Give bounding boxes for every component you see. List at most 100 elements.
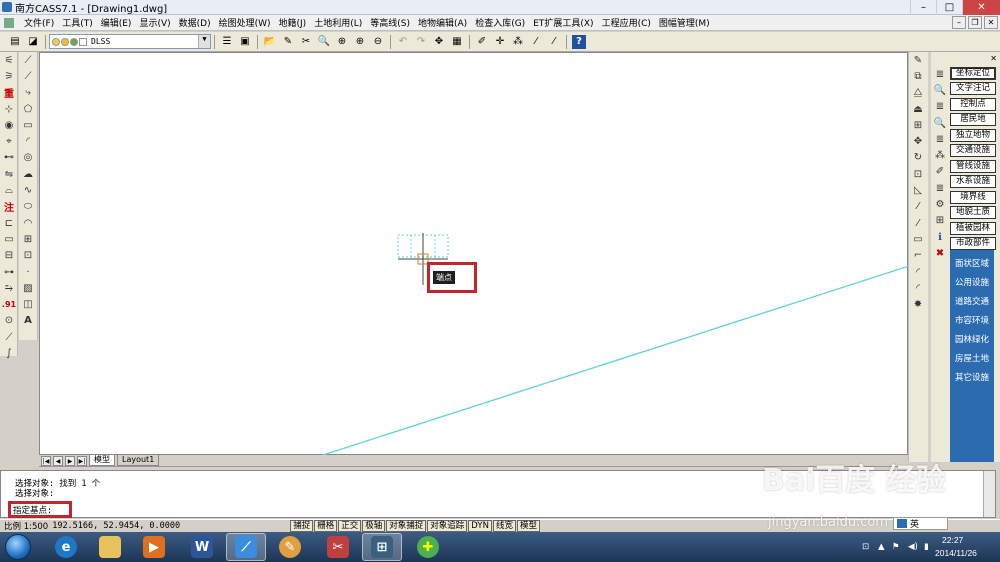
minimize-button[interactable]: – bbox=[910, 0, 936, 15]
polyline-icon[interactable]: ⤷ bbox=[19, 85, 37, 101]
ime-indicator[interactable]: 英 bbox=[893, 517, 948, 530]
category-area[interactable]: 面状区域 bbox=[950, 257, 994, 269]
line-icon[interactable]: ⟋ bbox=[19, 52, 37, 68]
menu-data[interactable]: 数据(D) bbox=[175, 16, 215, 29]
tray-arrow-icon[interactable]: ▲ bbox=[878, 542, 885, 552]
menu-land-use[interactable]: 土地利用(L) bbox=[310, 16, 366, 29]
tab-model[interactable]: 模型 bbox=[89, 455, 115, 466]
close-button[interactable]: ✕ bbox=[962, 0, 1000, 15]
taskbar-word[interactable]: W bbox=[182, 533, 222, 561]
menu-edit[interactable]: 编辑(E) bbox=[97, 16, 136, 29]
taskbar-paint[interactable]: ✎ bbox=[270, 533, 310, 561]
undo-icon[interactable]: ↶ bbox=[396, 35, 410, 49]
taskbar-snipping[interactable]: ✂ bbox=[318, 533, 358, 561]
toggle-polar[interactable]: 极轴 bbox=[362, 520, 386, 532]
network-icon[interactable]: ⊡ bbox=[862, 542, 869, 552]
menu-sheet[interactable]: 图幅管理(M) bbox=[655, 16, 714, 29]
panel-btn-coordinate[interactable]: 坐标定位 bbox=[950, 67, 996, 80]
point-icon[interactable]: · bbox=[19, 264, 37, 280]
panel-btn-traffic[interactable]: 交通设施 bbox=[950, 144, 996, 157]
volume-icon[interactable]: ◀) bbox=[908, 542, 918, 552]
taskbar-cass[interactable]: ⟋ bbox=[226, 533, 266, 561]
toggle-ortho[interactable]: 正交 bbox=[338, 520, 362, 532]
extend-icon[interactable]: ⁄ bbox=[547, 35, 561, 49]
category-public[interactable]: 公用设施 bbox=[950, 276, 994, 288]
fillet2-tool-icon[interactable]: ◜ bbox=[909, 280, 927, 296]
pencil-icon[interactable]: ✎ bbox=[281, 35, 295, 49]
scale-tool-icon[interactable]: ⊡ bbox=[909, 166, 927, 182]
move-icon[interactable]: ✛ bbox=[493, 35, 507, 49]
zoom-out-icon[interactable]: ⊖ bbox=[371, 35, 385, 49]
menu-feature-edit[interactable]: 地物编辑(A) bbox=[414, 16, 471, 29]
help-icon[interactable]: ? bbox=[572, 34, 586, 49]
toggle-dyn[interactable]: DYN bbox=[468, 520, 492, 532]
tool-4-icon[interactable]: ⊹ bbox=[0, 101, 18, 117]
layer-manager-icon[interactable]: ▤ bbox=[8, 35, 22, 49]
explode-tool-icon[interactable]: ✸ bbox=[909, 296, 927, 312]
tool-16-icon[interactable]: .91 bbox=[0, 296, 18, 312]
panel-btn-independent[interactable]: 独立地物 bbox=[950, 129, 996, 142]
tool-17-icon[interactable]: ⊙ bbox=[0, 313, 18, 329]
trim-tool-icon[interactable]: ⁄ bbox=[909, 199, 927, 215]
open-icon[interactable]: 📂 bbox=[263, 35, 277, 49]
panel-close-icon[interactable]: ✕ bbox=[990, 54, 997, 63]
panel-btn-landform[interactable]: 地貌土质 bbox=[950, 206, 996, 219]
zoom-window-icon[interactable]: ⊕ bbox=[335, 35, 349, 49]
ellipse-arc-icon[interactable]: ◠ bbox=[19, 215, 37, 231]
pan-icon[interactable]: ✥ bbox=[432, 35, 446, 49]
first-tab-icon[interactable]: |◀ bbox=[41, 455, 51, 466]
tool-18-icon[interactable]: ⟋ bbox=[0, 329, 18, 345]
tool-7-icon[interactable]: ⊷ bbox=[0, 150, 18, 166]
tool-13-icon[interactable]: ⊟ bbox=[0, 248, 18, 264]
erase-icon[interactable]: ✂ bbox=[299, 35, 313, 49]
chevron-down-icon[interactable]: ▼ bbox=[198, 35, 210, 48]
circle-icon[interactable]: ◎ bbox=[19, 150, 37, 166]
tool-10-icon[interactable]: 注 bbox=[0, 199, 18, 215]
chamfer-tool-icon[interactable]: ⌐ bbox=[909, 248, 927, 264]
menu-file[interactable]: 文件(F) bbox=[20, 16, 58, 29]
menu-cadastre[interactable]: 地籍(J) bbox=[275, 16, 311, 29]
toggle-lineweight[interactable]: 线宽 bbox=[492, 520, 516, 532]
erase-tool-icon[interactable]: ✎ bbox=[909, 52, 927, 68]
xline-icon[interactable]: ⟋ bbox=[19, 68, 37, 84]
clock-date[interactable]: 2014/11/26 bbox=[935, 548, 977, 558]
start-button[interactable] bbox=[5, 534, 31, 560]
doc-restore-button[interactable]: ❐ bbox=[968, 16, 982, 29]
category-city[interactable]: 市容环境 bbox=[950, 314, 994, 326]
doc-close-button[interactable]: ✕ bbox=[984, 16, 998, 29]
panel-btn-pipeline[interactable]: 管线设施 bbox=[950, 160, 996, 173]
zoom-realtime-icon[interactable]: 🔍 bbox=[317, 35, 331, 49]
category-house[interactable]: 房屋土地 bbox=[950, 352, 994, 364]
tool-14-icon[interactable]: ⊶ bbox=[0, 264, 18, 280]
category-other[interactable]: 其它设施 bbox=[950, 371, 994, 383]
tool-15-icon[interactable]: ⥲ bbox=[0, 280, 18, 296]
grid-icon[interactable]: ▦ bbox=[450, 35, 464, 49]
clock-time[interactable]: 22:27 bbox=[942, 535, 963, 545]
tool-11-icon[interactable]: ⊏ bbox=[0, 215, 18, 231]
flag-icon[interactable]: ⚑ bbox=[892, 542, 900, 552]
tool-12-icon[interactable]: ▭ bbox=[0, 231, 18, 247]
array-tool-icon[interactable]: ⊞ bbox=[909, 117, 927, 133]
tool-19-icon[interactable]: ∫ bbox=[0, 345, 18, 361]
tool-8-icon[interactable]: ⇋ bbox=[0, 166, 18, 182]
panel-btn-residential[interactable]: 居民地 bbox=[950, 113, 996, 126]
ellipse-icon[interactable]: ⬭ bbox=[19, 199, 37, 215]
toggle-osnap[interactable]: 对象捕捉 bbox=[386, 520, 427, 532]
panel-btn-municipal[interactable]: 市政部件 bbox=[950, 237, 996, 250]
taskbar-explorer[interactable] bbox=[90, 533, 130, 561]
region-icon[interactable]: ◫ bbox=[19, 296, 37, 312]
spline-icon[interactable]: ∿ bbox=[19, 182, 37, 198]
break-tool-icon[interactable]: ▭ bbox=[909, 231, 927, 247]
command-scrollbar[interactable] bbox=[983, 471, 995, 517]
taskbar-plus[interactable]: ✚ bbox=[408, 533, 448, 561]
save-icon[interactable]: ▣ bbox=[238, 35, 252, 49]
tool-2-icon[interactable]: ⚞ bbox=[0, 68, 18, 84]
menu-tools[interactable]: 工具(T) bbox=[58, 16, 97, 29]
stretch-tool-icon[interactable]: ◺ bbox=[909, 182, 927, 198]
node-icon[interactable]: ⁂ bbox=[511, 35, 525, 49]
hatch-icon[interactable]: ▨ bbox=[19, 280, 37, 296]
toggle-grid[interactable]: 栅格 bbox=[314, 520, 338, 532]
prev-tab-icon[interactable]: ◀ bbox=[53, 455, 63, 466]
rotate-tool-icon[interactable]: ↻ bbox=[909, 150, 927, 166]
move-tool-icon[interactable]: ✥ bbox=[909, 133, 927, 149]
